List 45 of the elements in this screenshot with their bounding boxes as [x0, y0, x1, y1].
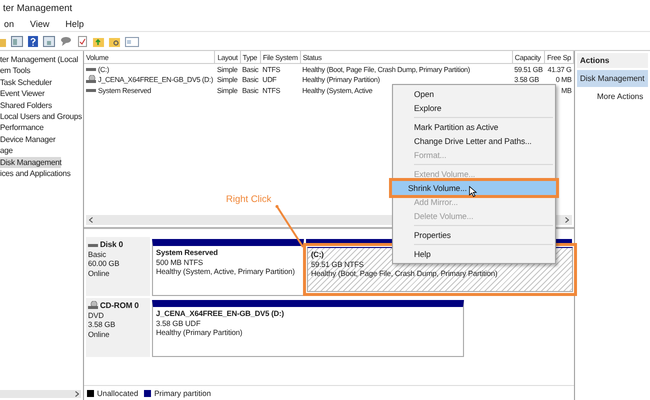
disk-name: Disk 0	[100, 240, 123, 250]
menu-item[interactable]: View	[28, 19, 52, 29]
menu-item[interactable]: Change Drive Letter and Paths...	[395, 134, 553, 148]
action-link[interactable]: More Actions	[577, 89, 648, 101]
annotation-label: Right Click	[226, 194, 272, 205]
action-section[interactable]: Disk Management	[577, 70, 648, 87]
menu-item[interactable]: Properties	[395, 228, 553, 242]
chevron-right-icon	[75, 391, 79, 397]
help-icon[interactable]	[28, 36, 38, 46]
window-icon[interactable]	[43, 36, 55, 46]
tree-item[interactable]: Performance	[0, 122, 44, 134]
menu-item[interactable]: Shrink Volume...	[392, 181, 556, 195]
folder-icon[interactable]	[109, 36, 120, 46]
chat-icon[interactable]	[60, 36, 72, 46]
cd-drive-icon	[88, 301, 98, 310]
tree-item[interactable]: Event Viewer	[0, 88, 45, 100]
menu-item[interactable]: Open	[395, 87, 553, 101]
tree-item[interactable]: Disk Management	[0, 156, 62, 168]
tree-item[interactable]: ices and Applications	[0, 168, 71, 180]
menu-item[interactable]: Help	[395, 247, 553, 261]
window-title: ter Management	[3, 3, 72, 14]
window-icon[interactable]	[11, 36, 23, 46]
drive-icon	[86, 65, 96, 74]
folder-icon[interactable]	[93, 36, 104, 46]
menu-item[interactable]: Mark Partition as Active	[395, 120, 553, 134]
menu-item[interactable]: Help	[63, 19, 86, 29]
menu-item[interactable]: on	[2, 19, 16, 29]
disk-name: CD-ROM 0	[100, 301, 139, 311]
tree-item[interactable]: Task Scheduler	[0, 76, 52, 88]
tree-item[interactable]: Device Manager	[0, 134, 56, 146]
chevron-left-icon	[89, 217, 93, 223]
cd-drive-icon	[86, 75, 96, 84]
window-icon[interactable]	[125, 36, 139, 46]
document-icon[interactable]	[77, 36, 88, 46]
tree-item[interactable]: age	[0, 145, 13, 157]
tree-item[interactable]: Local Users and Groups	[0, 111, 82, 122]
chevron-right-icon	[565, 217, 569, 223]
tree-item[interactable]: ter Management (Local	[0, 54, 78, 66]
menu-item[interactable]: Explore	[395, 101, 553, 115]
drive-icon	[86, 86, 96, 94]
scrollbar[interactable]	[0, 390, 81, 398]
pane-title: Actions	[577, 53, 648, 68]
tree-item[interactable]: Shared Folders	[0, 100, 52, 112]
cursor-icon	[468, 186, 477, 196]
tree-item[interactable]: em Tools	[0, 65, 30, 77]
